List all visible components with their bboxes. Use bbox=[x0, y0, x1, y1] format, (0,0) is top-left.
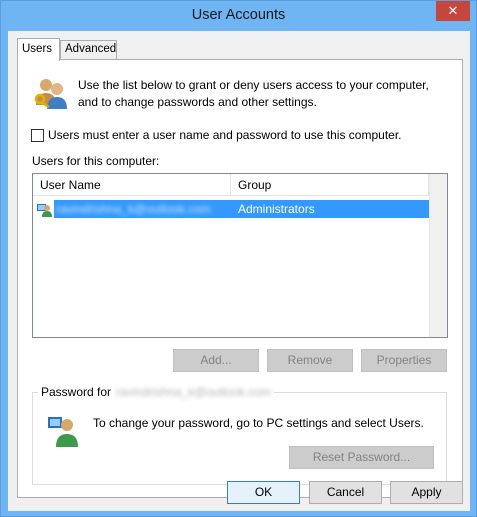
user-icon bbox=[37, 204, 52, 217]
require-login-row[interactable]: Users must enter a user name and passwor… bbox=[31, 127, 402, 143]
list-item[interactable]: ravindrishna_k@outlook.com Administrator… bbox=[34, 200, 429, 218]
list-scrollbar[interactable] bbox=[429, 174, 447, 337]
password-message: To change your password, go to PC settin… bbox=[93, 416, 424, 430]
column-group[interactable]: Group bbox=[238, 178, 271, 192]
close-icon: ✕ bbox=[447, 3, 459, 18]
password-group: Password for ravindrishna_k@outlook.com … bbox=[32, 385, 447, 485]
properties-button[interactable]: Properties bbox=[361, 349, 447, 372]
user-accounts-window: User Accounts ✕ Users Advanced Use the l… bbox=[0, 0, 477, 517]
column-divider[interactable] bbox=[230, 174, 231, 196]
users-list-label: Users for this computer: bbox=[32, 154, 160, 168]
tab-advanced[interactable]: Advanced bbox=[60, 40, 117, 59]
users-list[interactable]: User Name Group ravindrishna_k@outlook.c… bbox=[32, 173, 448, 338]
title-bar[interactable]: User Accounts ✕ bbox=[1, 1, 476, 31]
require-login-checkbox[interactable] bbox=[31, 128, 44, 142]
password-legend-label: Password for bbox=[41, 385, 112, 399]
dialog-client: Users Advanced Use the list below to gra… bbox=[8, 31, 470, 511]
intro-line-2: and to change passwords and other settin… bbox=[78, 95, 317, 109]
users-tab-panel: Use the list below to grant or deny user… bbox=[17, 59, 463, 498]
user-password-icon bbox=[48, 417, 78, 447]
window-title: User Accounts bbox=[191, 7, 286, 23]
group-cell: Administrators bbox=[238, 202, 315, 216]
cancel-button[interactable]: Cancel bbox=[309, 481, 382, 504]
list-header: User Name Group bbox=[33, 174, 429, 196]
intro-text: Use the list below to grant or deny user… bbox=[78, 77, 438, 111]
tab-users[interactable]: Users bbox=[17, 38, 60, 61]
password-group-legend: Password for ravindrishna_k@outlook.com bbox=[38, 385, 274, 399]
close-button[interactable]: ✕ bbox=[436, 1, 470, 21]
intro-line-1: Use the list below to grant or deny user… bbox=[78, 78, 429, 92]
ok-button[interactable]: OK bbox=[227, 481, 300, 504]
reset-password-button[interactable]: Reset Password... bbox=[289, 446, 434, 469]
require-login-label[interactable]: Users must enter a user name and passwor… bbox=[48, 128, 402, 142]
add-user-button[interactable]: Add... bbox=[173, 349, 259, 372]
users-key-icon bbox=[34, 79, 67, 109]
user-name-cell: ravindrishna_k@outlook.com bbox=[56, 202, 211, 216]
column-user-name[interactable]: User Name bbox=[40, 178, 101, 192]
remove-user-button[interactable]: Remove bbox=[267, 349, 353, 372]
password-user-name: ravindrishna_k@outlook.com bbox=[116, 385, 271, 399]
apply-button[interactable]: Apply bbox=[390, 481, 463, 504]
